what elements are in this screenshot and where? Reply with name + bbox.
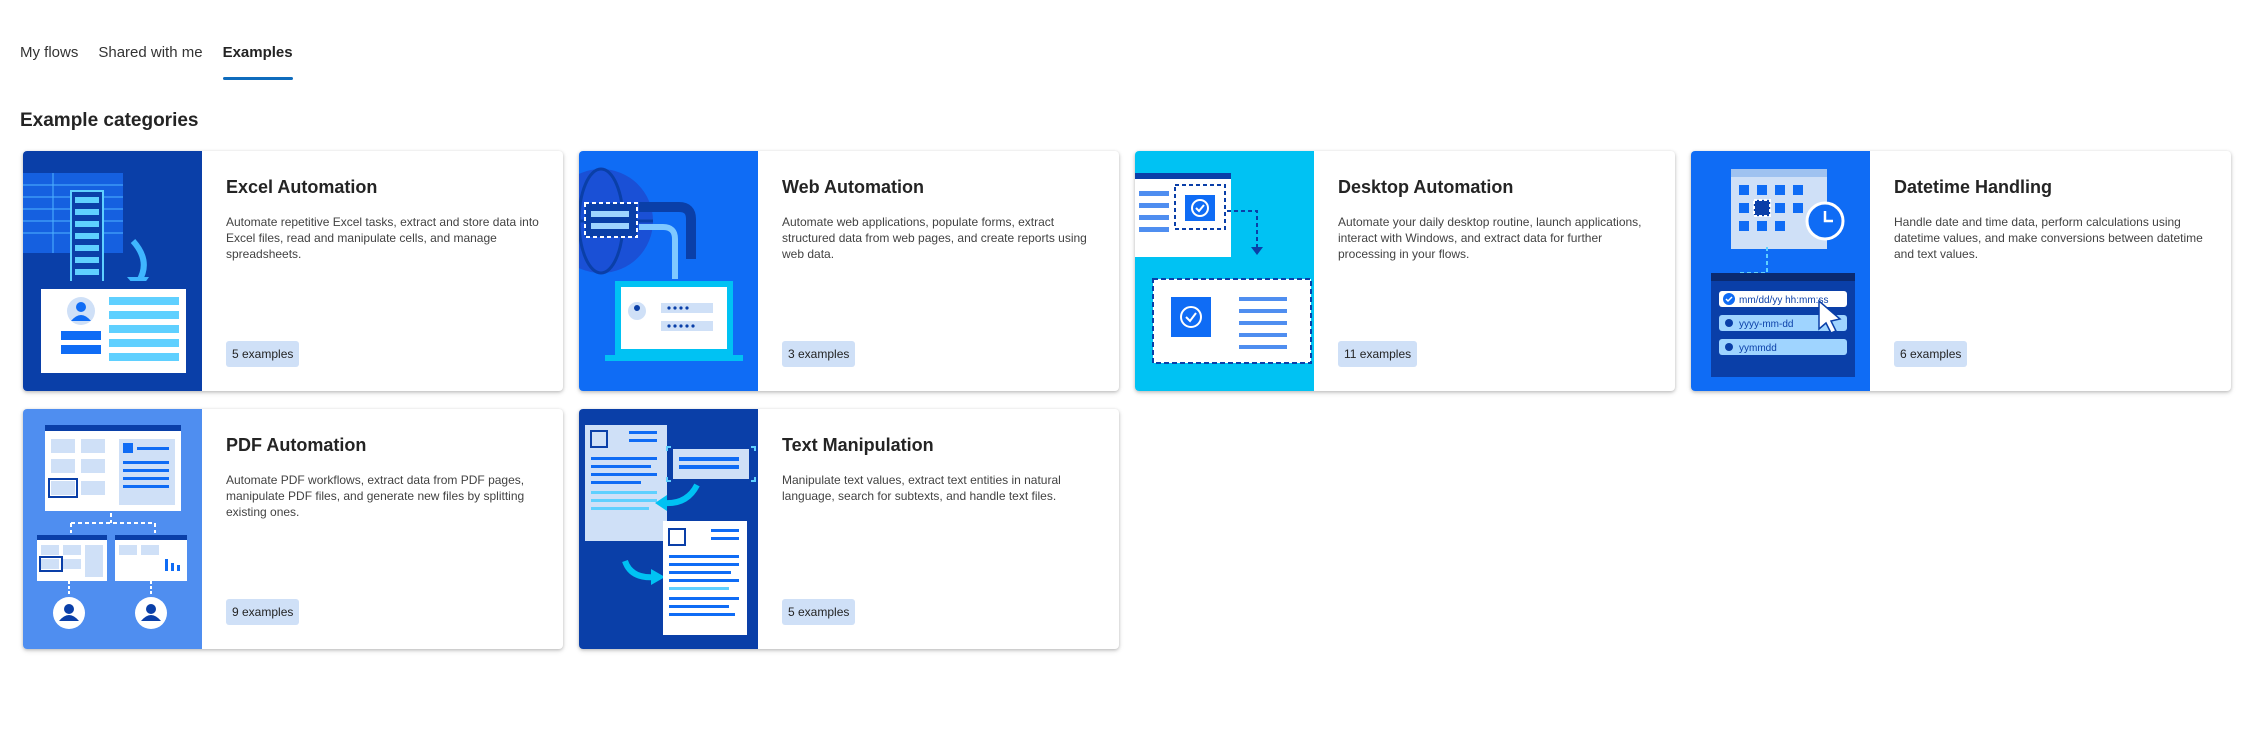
card-description: Manipulate text values, extract text ent… bbox=[782, 473, 1061, 503]
card-body: Excel Automation Automate repetitive Exc… bbox=[202, 151, 563, 391]
web-illustration-icon bbox=[579, 151, 758, 391]
card-body: PDF Automation Automate PDF workflows, e… bbox=[202, 409, 563, 649]
card-description: Automate PDF workflows, extract data fro… bbox=[226, 473, 525, 519]
card-description: Automate your daily desktop routine, lau… bbox=[1338, 215, 1642, 261]
datetime-format-2: yyyy-mm-dd bbox=[1739, 319, 1793, 330]
category-card-excel[interactable]: Excel Automation Automate repetitive Exc… bbox=[23, 151, 563, 391]
card-body: Datetime Handling Handle date and time d… bbox=[1870, 151, 2231, 391]
tab-bar: My flows Shared with me Examples bbox=[20, 36, 313, 80]
datetime-illustration-icon: mm/dd/yy hh:mm:ss yyyy-mm-dd yymmdd bbox=[1691, 151, 1870, 391]
pdf-illustration-icon bbox=[23, 409, 202, 649]
card-description: Automate web applications, populate form… bbox=[782, 215, 1087, 261]
category-card-desktop[interactable]: Desktop Automation Automate your daily d… bbox=[1135, 151, 1675, 391]
desktop-illustration-icon bbox=[1135, 151, 1314, 391]
card-title: Datetime Handling bbox=[1894, 177, 2053, 197]
examples-count-badge: 5 examples bbox=[782, 599, 856, 625]
card-description: Handle date and time data, perform calcu… bbox=[1894, 215, 2203, 261]
card-body: Desktop Automation Automate your daily d… bbox=[1314, 151, 1675, 391]
category-card-pdf[interactable]: PDF Automation Automate PDF workflows, e… bbox=[23, 409, 563, 649]
excel-illustration-icon bbox=[23, 151, 202, 391]
examples-count-badge: 3 examples bbox=[782, 341, 856, 367]
card-body: Text Manipulation Manipulate text values… bbox=[758, 409, 1119, 649]
category-card-text[interactable]: Text Manipulation Manipulate text values… bbox=[579, 409, 1119, 649]
datetime-format-1: mm/dd/yy hh:mm:ss bbox=[1739, 295, 1828, 306]
examples-count-badge: 11 examples bbox=[1338, 341, 1418, 367]
card-title: Web Automation bbox=[782, 177, 924, 197]
examples-count-badge: 9 examples bbox=[226, 599, 300, 625]
card-description: Automate repetitive Excel tasks, extract… bbox=[226, 215, 539, 261]
text-illustration-icon bbox=[579, 409, 758, 649]
tab-my-flows[interactable]: My flows bbox=[20, 36, 78, 80]
card-title: PDF Automation bbox=[226, 435, 367, 455]
examples-count-badge: 5 examples bbox=[226, 341, 300, 367]
card-title: Excel Automation bbox=[226, 177, 378, 197]
tab-examples[interactable]: Examples bbox=[222, 36, 293, 80]
tab-shared-with-me[interactable]: Shared with me bbox=[98, 36, 202, 80]
card-title: Desktop Automation bbox=[1338, 177, 1514, 197]
datetime-format-3: yymmdd bbox=[1739, 343, 1777, 354]
card-title: Text Manipulation bbox=[782, 435, 934, 455]
section-title: Example categories bbox=[20, 110, 199, 131]
card-body: Web Automation Automate web applications… bbox=[758, 151, 1119, 391]
category-card-web[interactable]: Web Automation Automate web applications… bbox=[579, 151, 1119, 391]
category-card-datetime[interactable]: mm/dd/yy hh:mm:ss yyyy-mm-dd yymmdd Date… bbox=[1691, 151, 2231, 391]
examples-count-badge: 6 examples bbox=[1894, 341, 1968, 367]
